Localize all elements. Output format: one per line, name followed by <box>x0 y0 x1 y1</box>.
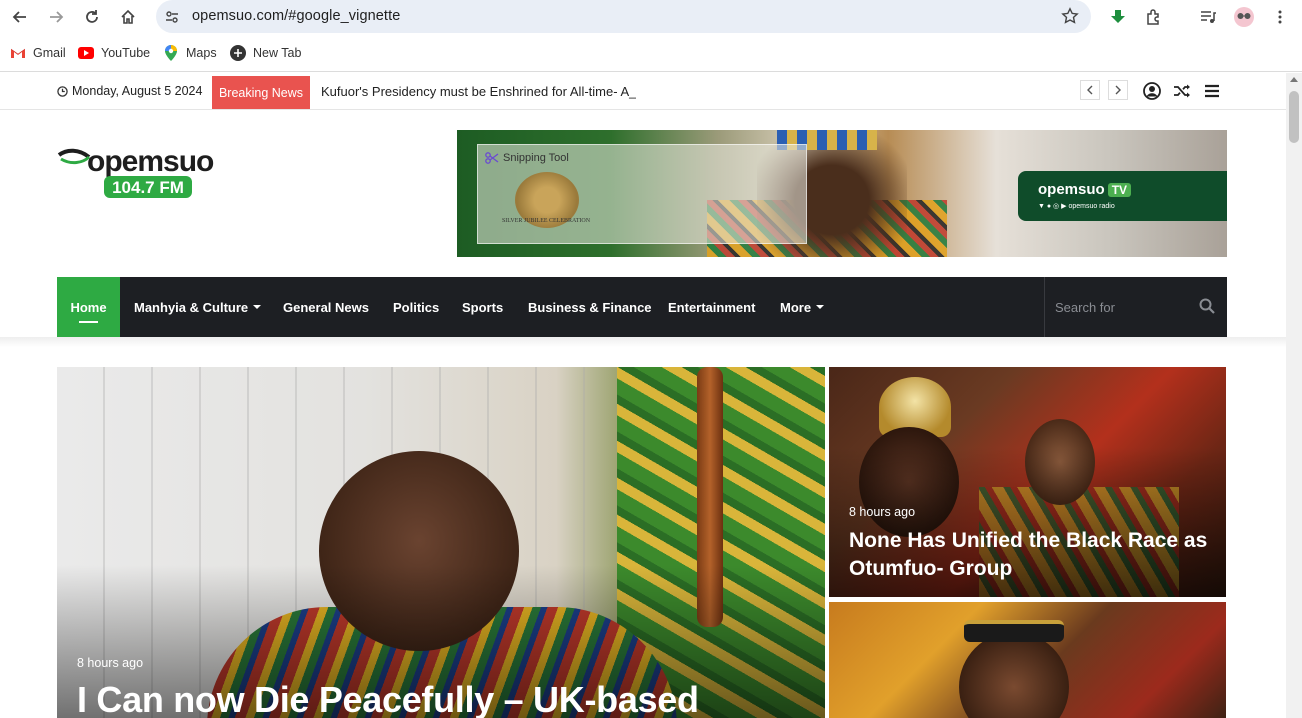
article-time: 8 hours ago <box>77 656 144 670</box>
opemsuo-tv-box: opemsuo TV ▼ ● ◎ ▶ opemsuo radio <box>1018 171 1227 221</box>
profile-avatar-icon[interactable] <box>1232 5 1256 29</box>
caret-down-icon <box>253 305 262 309</box>
bookmark-label: New Tab <box>253 46 302 60</box>
nav-general-news[interactable]: General News <box>283 277 369 337</box>
bookmark-label: Maps <box>186 46 217 60</box>
forward-icon[interactable] <box>44 5 68 29</box>
scissors-icon <box>485 152 499 164</box>
address-bar[interactable]: opemsuo.com/#google_vignette <box>156 0 1091 33</box>
tv-handle-text: opemsuo radio <box>1068 203 1115 210</box>
nav-more[interactable]: More <box>780 277 825 337</box>
tv-badge: TV <box>1107 182 1132 197</box>
search-box <box>1044 277 1227 337</box>
portrait-graphic <box>959 632 1069 718</box>
random-article-icon[interactable] <box>1172 81 1192 101</box>
bookmarks-bar: Gmail YouTube Maps New Tab <box>0 36 1302 72</box>
tv-name: opemsuo <box>1038 181 1105 198</box>
nav-label: Entertainment <box>668 299 756 315</box>
download-icon[interactable] <box>1106 5 1130 29</box>
back-icon[interactable] <box>8 5 32 29</box>
bookmark-maps[interactable]: Maps <box>163 44 217 62</box>
ticker-prev-button[interactable] <box>1080 80 1100 100</box>
article-title[interactable]: None Has Unified the Black Race as Otumf… <box>849 527 1219 583</box>
chevron-right-icon <box>1115 85 1121 95</box>
bookmark-youtube[interactable]: YouTube <box>78 44 150 62</box>
nav-label: More <box>780 299 812 315</box>
nav-label: Sports <box>462 299 504 315</box>
breaking-news-ticker[interactable]: Kufuor's Presidency must be Enshrined fo… <box>321 84 636 99</box>
active-indicator <box>79 321 98 323</box>
nav-politics[interactable]: Politics <box>393 277 439 337</box>
gmail-icon <box>10 45 26 61</box>
nav-label: Home <box>70 299 107 315</box>
banner-ad[interactable]: Snipping Tool SILVER JUBILEE CELEBRATION… <box>457 130 1227 257</box>
nav-home[interactable]: Home <box>57 277 120 337</box>
caret-down-icon <box>816 305 825 309</box>
bookmark-label: Gmail <box>33 46 66 60</box>
opemsuo-logo-icon: opemsuo 104.7 FM <box>57 145 215 198</box>
bookmark-gmail[interactable]: Gmail <box>10 44 66 62</box>
nav-label: Politics <box>393 299 440 315</box>
url-text[interactable]: opemsuo.com/#google_vignette <box>192 8 400 24</box>
image-gradient <box>57 367 825 718</box>
media-control-icon[interactable] <box>1196 5 1220 29</box>
logo-frequency: 104.7 FM <box>112 178 184 197</box>
nav-entertainment[interactable]: Entertainment <box>668 277 755 337</box>
nav-label: Manhyia & Culture <box>134 299 249 315</box>
side-article[interactable]: 8 hours ago None Has Unified the Black R… <box>829 367 1226 597</box>
breaking-news-badge: Breaking News <box>212 76 310 109</box>
site-logo[interactable]: opemsuo 104.7 FM <box>57 145 221 203</box>
current-date: Monday, August 5 2024 <box>57 84 202 98</box>
search-icon[interactable] <box>1199 298 1215 319</box>
featured-article[interactable]: 8 hours ago I Can now Die Peacefully – U… <box>57 367 825 718</box>
tv-logo: opemsuo TV <box>1038 181 1132 198</box>
menu-dots-icon[interactable] <box>1268 5 1292 29</box>
nav-shadow <box>0 337 1286 347</box>
nav-sports[interactable]: Sports <box>462 277 503 337</box>
chevron-left-icon <box>1087 85 1093 95</box>
ticker-next-button[interactable] <box>1108 80 1128 100</box>
clock-icon <box>57 85 68 97</box>
page-scrollbar[interactable] <box>1286 73 1302 718</box>
extensions-icon[interactable] <box>1142 5 1166 29</box>
nav-manhyia-culture[interactable]: Manhyia & Culture <box>134 277 262 337</box>
nav-label: Business & Finance <box>528 299 652 315</box>
side-article[interactable] <box>829 602 1226 718</box>
nav-business-finance[interactable]: Business & Finance <box>528 277 652 337</box>
web-page: Monday, August 5 2024 Breaking News Kufu… <box>0 73 1286 718</box>
maps-icon <box>163 45 179 61</box>
snipping-tool-text: Snipping Tool <box>503 152 569 164</box>
top-bar: Monday, August 5 2024 Breaking News Kufu… <box>0 73 1286 110</box>
jubilee-text: SILVER JUBILEE CELEBRATION <box>501 218 591 224</box>
date-text: Monday, August 5 2024 <box>72 84 203 98</box>
site-info-icon[interactable] <box>164 9 180 30</box>
scroll-up-arrow-icon[interactable] <box>1290 77 1298 82</box>
user-login-icon[interactable] <box>1142 81 1162 101</box>
bookmark-star-icon[interactable] <box>1061 7 1079 30</box>
snipping-tool-label: Snipping Tool <box>485 152 569 164</box>
bookmark-new-tab[interactable]: New Tab <box>230 44 301 62</box>
main-navigation: Home Manhyia & Culture General News Poli… <box>57 277 1227 337</box>
tv-social-handle: ▼ ● ◎ ▶ opemsuo radio <box>1038 202 1115 210</box>
reload-icon[interactable] <box>80 5 104 29</box>
logo-wordmark: opemsuo <box>87 145 214 178</box>
youtube-icon <box>78 45 94 61</box>
headband-graphic <box>964 620 1064 642</box>
hamburger-menu-icon[interactable] <box>1202 81 1222 101</box>
nav-label: General News <box>283 299 369 315</box>
home-icon[interactable] <box>116 5 140 29</box>
browser-toolbar: opemsuo.com/#google_vignette <box>0 0 1302 34</box>
bookmark-label: YouTube <box>101 46 151 60</box>
article-time: 8 hours ago <box>849 505 916 519</box>
article-title[interactable]: I Can now Die Peacefully – UK-based <box>77 679 817 718</box>
scroll-thumb[interactable] <box>1289 91 1299 143</box>
social-icons: ▼ ● ◎ ▶ <box>1038 203 1069 210</box>
new-tab-icon <box>230 45 246 61</box>
search-input[interactable] <box>1045 277 1185 337</box>
